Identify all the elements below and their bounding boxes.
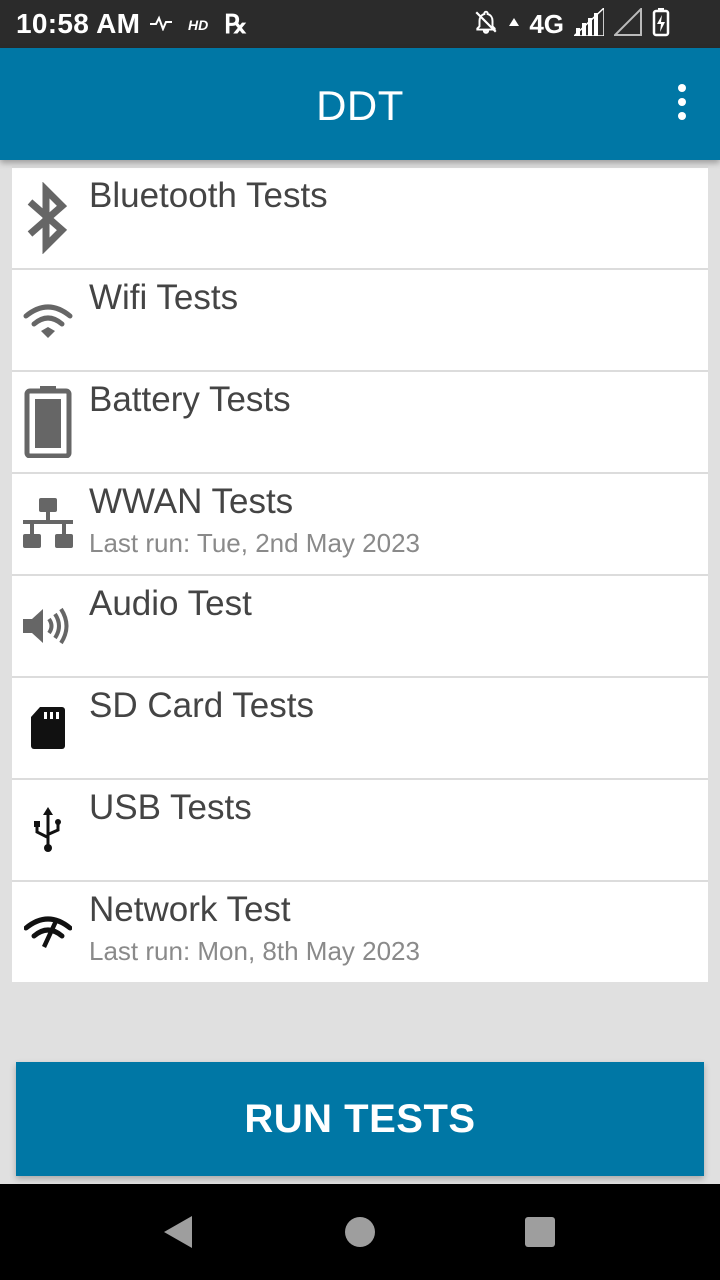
test-item-title: Bluetooth Tests bbox=[89, 176, 328, 215]
test-item-usb[interactable]: USB Tests bbox=[12, 778, 708, 880]
status-bar: 10:58 AM HD ℞ 4G bbox=[0, 0, 720, 48]
test-item-title: SD Card Tests bbox=[89, 686, 314, 725]
signal-icon bbox=[572, 5, 605, 41]
bluetooth-icon bbox=[22, 182, 74, 254]
back-icon[interactable] bbox=[164, 1216, 194, 1248]
nav-bar bbox=[0, 1184, 720, 1280]
wifi-icon bbox=[22, 284, 74, 356]
test-item-title: WWAN Tests bbox=[89, 482, 294, 521]
network-type-label: 4G bbox=[529, 8, 564, 39]
status-time: 10:58 AM bbox=[16, 8, 141, 39]
pulse-icon bbox=[150, 14, 172, 36]
test-item-title: Battery Tests bbox=[89, 380, 291, 419]
test-item-title: Network Test bbox=[89, 890, 291, 929]
recents-icon[interactable] bbox=[525, 1217, 555, 1247]
test-item-wifi[interactable]: Wifi Tests bbox=[12, 268, 708, 370]
test-item-audio[interactable]: Audio Test bbox=[12, 574, 708, 676]
battery-icon bbox=[22, 386, 74, 458]
app-bar: DDT bbox=[0, 48, 720, 160]
test-item-wwan[interactable]: WWAN Tests Last run: Tue, 2nd May 2023 bbox=[12, 472, 708, 574]
status-left-icons: HD ℞ bbox=[150, 10, 248, 40]
sd-card-icon bbox=[22, 692, 74, 764]
no-signal-icon bbox=[612, 6, 642, 41]
test-item-title: Wifi Tests bbox=[89, 278, 239, 317]
test-list: Bluetooth Tests Wifi Tests Battery Tests… bbox=[12, 166, 708, 982]
data-up-icon bbox=[509, 15, 520, 33]
network-tree-icon bbox=[22, 488, 74, 560]
notifications-off-icon bbox=[473, 9, 499, 40]
overflow-menu-icon[interactable] bbox=[670, 84, 694, 124]
test-item-title: USB Tests bbox=[89, 788, 252, 827]
battery-charging-icon bbox=[652, 7, 670, 42]
test-item-subtitle: Last run: Mon, 8th May 2023 bbox=[89, 936, 420, 966]
test-item-sd-card[interactable]: SD Card Tests bbox=[12, 676, 708, 778]
home-icon[interactable] bbox=[345, 1217, 375, 1247]
test-item-bluetooth[interactable]: Bluetooth Tests bbox=[12, 166, 708, 268]
test-item-title: Audio Test bbox=[89, 584, 252, 623]
hd-icon: HD bbox=[188, 17, 209, 33]
status-right-icons: 4G bbox=[473, 5, 670, 42]
usb-icon bbox=[22, 794, 74, 866]
network-check-icon bbox=[22, 896, 74, 968]
speaker-icon bbox=[22, 590, 74, 662]
rx-icon: ℞ bbox=[224, 10, 248, 40]
run-tests-button[interactable]: RUN TESTS bbox=[16, 1062, 704, 1176]
test-item-subtitle: Last run: Tue, 2nd May 2023 bbox=[89, 528, 420, 558]
test-item-battery[interactable]: Battery Tests bbox=[12, 370, 708, 472]
test-item-network[interactable]: Network Test Last run: Mon, 8th May 2023 bbox=[12, 880, 708, 982]
app-title: DDT bbox=[316, 82, 404, 129]
